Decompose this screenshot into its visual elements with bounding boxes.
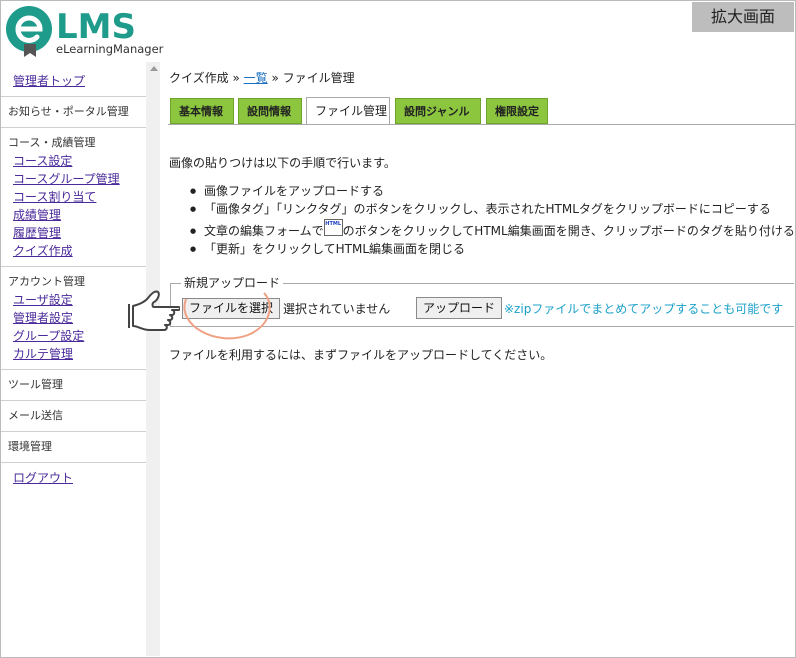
step-text: 「更新」をクリックしてHTML編集画面を閉じる (204, 242, 466, 256)
highlight-ring-icon (183, 292, 271, 340)
step-text: 文章の編集フォームで (204, 224, 324, 238)
sidebar-section-notice: お知らせ・ポータル管理 (1, 97, 146, 128)
sidebar-link-course-assign[interactable]: コース割り当て (13, 188, 146, 206)
sidebar-section-account: アカウント管理 ユーザ設定 管理者設定 グループ設定 カルテ管理 (1, 267, 146, 370)
sidebar: 管理者トップ お知らせ・ポータル管理 コース・成績管理 コース設定 コースグルー… (1, 62, 146, 656)
tab-question-genre[interactable]: 設問ジャンル (395, 98, 481, 124)
no-file-selected-text: 選択されていません (283, 302, 391, 316)
sidebar-section-mail: メール送信 (1, 401, 146, 432)
step-list: 画像ファイルをアップロードする 「画像タグ」「リンクタグ」のボタンをクリックし、… (190, 182, 795, 258)
intro-text: 画像の貼りつけは以下の手順で行います。 (169, 156, 396, 170)
sidebar-link-users[interactable]: ユーザ設定 (13, 291, 146, 309)
sidebar-heading-account: アカウント管理 (8, 275, 85, 288)
sidebar-link-quiz[interactable]: クイズ作成 (13, 242, 146, 260)
pointing-hand-icon (128, 290, 180, 331)
sidebar-link-groups[interactable]: グループ設定 (13, 327, 146, 345)
logo-text: LMS (56, 7, 136, 47)
breadcrumb: クイズ作成 » 一覧 » ファイル管理 (169, 70, 355, 86)
sidebar-heading-notice[interactable]: お知らせ・ポータル管理 (8, 103, 146, 121)
step-text: のボタンをクリックしてHTML編集画面を開き、クリップボードのタグを貼り付ける (342, 224, 795, 238)
tab-permissions[interactable]: 権限設定 (486, 98, 548, 124)
sidebar-heading-env[interactable]: 環境管理 (8, 438, 146, 456)
list-item: 「画像タグ」「リンクタグ」のボタンをクリックし、表示されたHTMLタグをクリップ… (190, 200, 795, 218)
sidebar-scrollbar[interactable] (146, 62, 160, 656)
lms-logo[interactable]: LMS eLearningManager (4, 4, 174, 58)
breadcrumb-current: ファイル管理 (282, 71, 355, 85)
list-item: 「更新」をクリックしてHTML編集画面を閉じる (190, 240, 795, 258)
html-edit-icon: HTML (323, 219, 343, 236)
sidebar-section-tool: ツール管理 (1, 370, 146, 401)
step-text: 画像ファイルをアップロードする (204, 184, 385, 198)
sidebar-section-env: 環境管理 (1, 432, 146, 463)
header: LMS eLearningManager 拡大画面 (0, 0, 796, 62)
logo-mark-icon: LMS eLearningManager (6, 6, 164, 57)
sidebar-section-top: 管理者トップ (1, 62, 146, 97)
sidebar-heading-tool[interactable]: ツール管理 (8, 376, 146, 394)
sidebar-link-admin-top[interactable]: 管理者トップ (13, 72, 146, 90)
sidebar-link-history[interactable]: 履歴管理 (13, 224, 146, 242)
sidebar-section-logout: ログアウト (1, 463, 146, 493)
tab-question-info[interactable]: 設問情報 (238, 98, 302, 124)
tab-divider (168, 124, 795, 125)
tab-basic-info[interactable]: 基本情報 (170, 98, 234, 124)
breadcrumb-quiz: クイズ作成 (169, 71, 229, 85)
breadcrumb-list-link[interactable]: 一覧 (244, 71, 268, 85)
upload-prompt-message: ファイルを利用するには、まずファイルをアップロードしてください。 (169, 348, 553, 362)
sidebar-heading-course: コース・成績管理 (8, 136, 96, 149)
tab-file-management[interactable]: ファイル管理 (306, 97, 390, 125)
sidebar-link-course-group[interactable]: コースグループ管理 (13, 170, 146, 188)
zip-note: ※zipファイルでまとめてアップすることも可能です (504, 302, 784, 316)
sidebar-section-course: コース・成績管理 コース設定 コースグループ管理 コース割り当て 成績管理 履歴… (1, 128, 146, 267)
sidebar-link-logout[interactable]: ログアウト (13, 469, 146, 487)
breadcrumb-separator: » (267, 71, 283, 85)
step-text: 「画像タグ」「リンクタグ」のボタンをクリックし、表示されたHTMLタグをクリップ… (204, 202, 771, 216)
breadcrumb-separator: » (228, 71, 244, 85)
sidebar-link-course-settings[interactable]: コース設定 (13, 152, 146, 170)
zoom-badge: 拡大画面 (692, 2, 794, 32)
list-item: 画像ファイルをアップロードする (190, 182, 795, 200)
list-item: 文章の編集フォームでHTMLのボタンをクリックしてHTML編集画面を開き、クリッ… (190, 219, 795, 240)
logo-subtext: eLearningManager (56, 42, 164, 56)
scroll-up-arrow-icon[interactable] (150, 66, 158, 71)
sidebar-link-karte[interactable]: カルテ管理 (13, 345, 146, 363)
sidebar-link-grades[interactable]: 成績管理 (13, 206, 146, 224)
upload-button[interactable]: アップロード (416, 297, 503, 319)
sidebar-link-admins[interactable]: 管理者設定 (13, 309, 146, 327)
sidebar-heading-mail[interactable]: メール送信 (8, 407, 146, 425)
